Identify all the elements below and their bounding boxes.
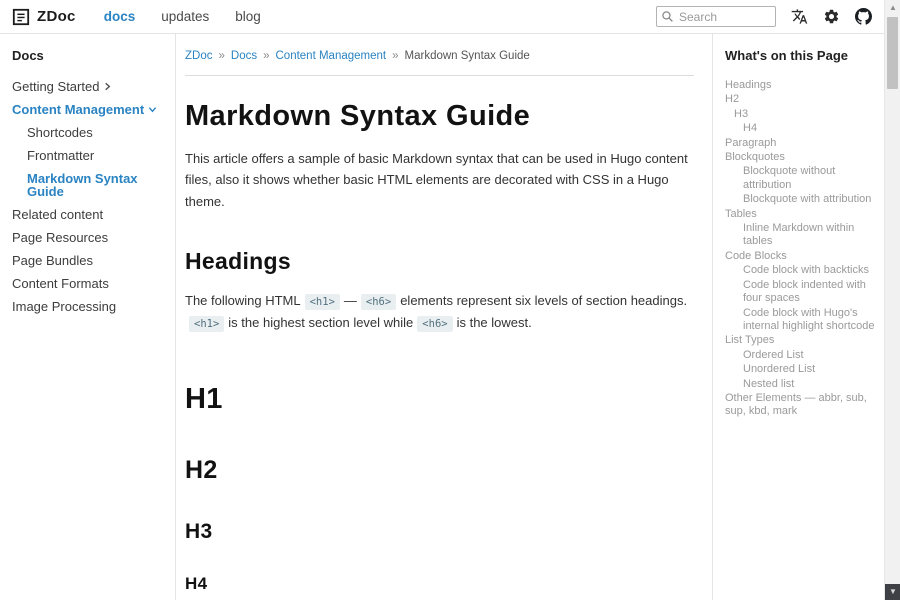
page: ZDoc docs updates blog bbox=[0, 0, 884, 600]
sidebar-item-label: Content Management bbox=[12, 103, 144, 116]
breadcrumb: ZDoc » Docs » Content Management » Markd… bbox=[185, 50, 694, 62]
toc-item-code-block-highlight-shortcode[interactable]: Code block with Hugo's internal highligh… bbox=[725, 307, 876, 334]
headings-section-title: Headings bbox=[185, 248, 694, 275]
toc-item-other-elements[interactable]: Other Elements — abbr, sub, sup, kbd, ma… bbox=[725, 392, 876, 419]
inline-code-h6: <h6> bbox=[417, 316, 452, 332]
toc-item-blockquote-without-attribution[interactable]: Blockquote without attribution bbox=[725, 165, 876, 192]
sidebar-item-label: Content Formats bbox=[12, 277, 109, 290]
toc-item-code-block-with-backticks[interactable]: Code block with backticks bbox=[725, 264, 876, 277]
scroll-up-arrow-icon[interactable]: ▲ bbox=[885, 0, 900, 16]
breadcrumb-divider bbox=[185, 75, 694, 76]
docs-sidebar: Docs Getting Started Content Management … bbox=[0, 34, 176, 600]
search-input[interactable] bbox=[656, 6, 776, 27]
paragraph-text: elements represent six levels of section… bbox=[400, 293, 687, 308]
intro-paragraph: This article offers a sample of basic Ma… bbox=[185, 148, 694, 212]
sample-heading-h4: H4 bbox=[185, 574, 694, 594]
sample-heading-h1: H1 bbox=[185, 383, 694, 416]
toc-item-blockquote-with-attribution[interactable]: Blockquote with attribution bbox=[725, 193, 876, 206]
toc-item-headings[interactable]: Headings bbox=[725, 79, 876, 92]
paragraph-text: is the highest section level while bbox=[228, 315, 413, 330]
inline-code-h1: <h1> bbox=[305, 294, 340, 310]
chevron-right-icon bbox=[103, 82, 112, 91]
sidebar-item-label: Page Bundles bbox=[12, 254, 93, 267]
nav-links: docs updates blog bbox=[104, 9, 261, 24]
toc-item-tables[interactable]: Tables bbox=[725, 208, 876, 221]
sidebar-item-markdown-syntax-guide[interactable]: Markdown Syntax Guide bbox=[12, 172, 165, 198]
main-content: ZDoc » Docs » Content Management » Markd… bbox=[176, 34, 712, 600]
sidebar-title: Docs bbox=[12, 48, 165, 63]
sidebar-item-getting-started[interactable]: Getting Started bbox=[12, 80, 165, 93]
search-box bbox=[656, 6, 776, 27]
toc-item-ordered-list[interactable]: Ordered List bbox=[725, 349, 876, 362]
search-icon bbox=[661, 10, 674, 23]
toc-item-paragraph[interactable]: Paragraph bbox=[725, 137, 876, 150]
nav-link-blog[interactable]: blog bbox=[235, 9, 261, 24]
breadcrumb-link-content-management[interactable]: Content Management bbox=[276, 50, 387, 62]
sidebar-item-content-management[interactable]: Content Management bbox=[12, 103, 165, 116]
nav-link-docs[interactable]: docs bbox=[104, 9, 136, 24]
paragraph-text: is the lowest. bbox=[457, 315, 532, 330]
zdoc-logo-icon bbox=[12, 8, 30, 26]
sidebar-item-label: Page Resources bbox=[12, 231, 108, 244]
toc-item-nested-list[interactable]: Nested list bbox=[725, 378, 876, 391]
toc-item-list-types[interactable]: List Types bbox=[725, 334, 876, 347]
sample-heading-h3: H3 bbox=[185, 520, 694, 544]
sidebar-item-label: Markdown Syntax Guide bbox=[27, 172, 165, 198]
paragraph-text: — bbox=[344, 293, 357, 308]
body-row: Docs Getting Started Content Management … bbox=[0, 34, 884, 600]
breadcrumb-link-zdoc[interactable]: ZDoc bbox=[185, 50, 212, 62]
sample-heading-h2: H2 bbox=[185, 456, 694, 485]
breadcrumb-separator: » bbox=[263, 50, 269, 62]
breadcrumb-current: Markdown Syntax Guide bbox=[405, 50, 530, 62]
sidebar-item-page-bundles[interactable]: Page Bundles bbox=[12, 254, 165, 267]
vertical-scrollbar[interactable]: ▲ ▼ bbox=[884, 0, 900, 600]
sidebar-item-label: Getting Started bbox=[12, 80, 99, 93]
sidebar-item-content-formats[interactable]: Content Formats bbox=[12, 277, 165, 290]
inline-code-h1: <h1> bbox=[189, 316, 224, 332]
sidebar-item-image-processing[interactable]: Image Processing bbox=[12, 300, 165, 313]
brand-name: ZDoc bbox=[37, 8, 76, 25]
toc-item-h2[interactable]: H2 bbox=[725, 93, 876, 106]
translate-icon[interactable] bbox=[791, 8, 808, 25]
toc-item-inline-markdown-within-tables[interactable]: Inline Markdown within tables bbox=[725, 222, 876, 249]
sidebar-item-label: Related content bbox=[12, 208, 103, 221]
top-navbar: ZDoc docs updates blog bbox=[0, 0, 884, 34]
breadcrumb-separator: » bbox=[392, 50, 398, 62]
brand[interactable]: ZDoc bbox=[12, 8, 76, 26]
sidebar-item-related-content[interactable]: Related content bbox=[12, 208, 165, 221]
breadcrumb-separator: » bbox=[218, 50, 224, 62]
sidebar-item-page-resources[interactable]: Page Resources bbox=[12, 231, 165, 244]
toc-item-h4[interactable]: H4 bbox=[725, 122, 876, 135]
breadcrumb-link-docs[interactable]: Docs bbox=[231, 50, 257, 62]
sidebar-item-frontmatter[interactable]: Frontmatter bbox=[12, 149, 165, 162]
page-title: Markdown Syntax Guide bbox=[185, 100, 694, 133]
gear-icon[interactable] bbox=[823, 8, 840, 25]
nav-link-updates[interactable]: updates bbox=[161, 9, 209, 24]
scrollbar-thumb[interactable] bbox=[887, 17, 898, 89]
toc-title: What's on this Page bbox=[725, 48, 876, 63]
chevron-down-icon bbox=[148, 105, 157, 114]
github-icon[interactable] bbox=[855, 8, 872, 25]
paragraph-text: The following HTML bbox=[185, 293, 301, 308]
toc-item-code-block-indented[interactable]: Code block indented with four spaces bbox=[725, 279, 876, 306]
nav-right bbox=[656, 6, 872, 27]
inline-code-h6: <h6> bbox=[361, 294, 396, 310]
sidebar-item-label: Image Processing bbox=[12, 300, 116, 313]
sidebar-item-label: Shortcodes bbox=[27, 126, 93, 139]
sidebar-item-label: Frontmatter bbox=[27, 149, 94, 162]
sidebar-item-shortcodes[interactable]: Shortcodes bbox=[12, 126, 165, 139]
toc-panel: What's on this Page Headings H2 H3 H4 Pa… bbox=[712, 34, 884, 600]
toc-item-blockquotes[interactable]: Blockquotes bbox=[725, 151, 876, 164]
scroll-down-arrow-icon[interactable]: ▼ bbox=[885, 584, 900, 600]
toc-item-code-blocks[interactable]: Code Blocks bbox=[725, 250, 876, 263]
toc-item-unordered-list[interactable]: Unordered List bbox=[725, 363, 876, 376]
headings-paragraph: The following HTML <h1> — <h6> elements repr… bbox=[185, 290, 694, 333]
toc-item-h3[interactable]: H3 bbox=[725, 108, 876, 121]
